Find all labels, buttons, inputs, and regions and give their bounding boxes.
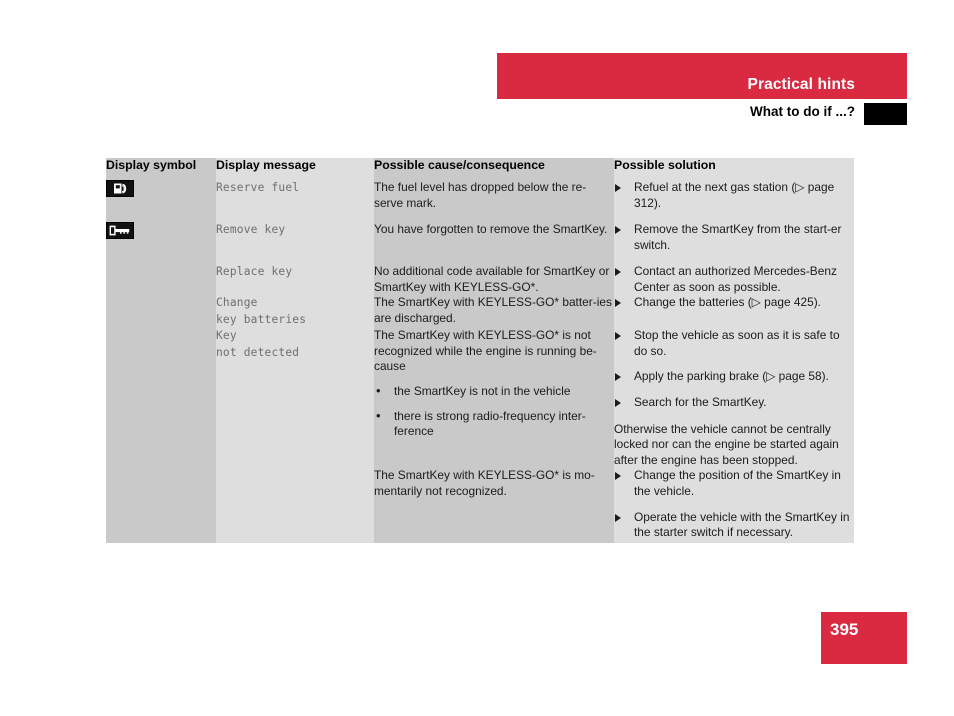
table-row: The SmartKey with KEYLESS-GO* is mo-ment… xyxy=(106,468,854,544)
cell-display-message: Reserve fuel xyxy=(216,180,374,222)
fuel-pump-icon xyxy=(106,180,134,197)
action-item: Remove the SmartKey from the start-er sw… xyxy=(614,222,854,253)
cell-possible-cause: No additional code available for SmartKe… xyxy=(374,264,614,296)
action-item: Refuel at the next gas station (▷ page 3… xyxy=(614,180,854,211)
column-header-display-message: Display message xyxy=(216,158,374,180)
cause-bullet-item: there is strong radio-frequency inter-fe… xyxy=(374,408,614,440)
cell-display-symbol xyxy=(106,468,216,544)
cell-possible-solution: Stop the vehicle as soon as it is safe t… xyxy=(614,328,854,469)
triangle-bullet-icon xyxy=(615,398,621,407)
cell-display-message: Change key batteries xyxy=(216,295,374,329)
action-list: Change the position of the SmartKey in t… xyxy=(614,468,854,540)
triangle-bullet-icon xyxy=(615,299,621,308)
section-title: Practical hints xyxy=(747,76,855,93)
cell-possible-cause: The SmartKey with KEYLESS-GO* is mo-ment… xyxy=(374,468,614,544)
cell-display-symbol xyxy=(106,328,216,469)
action-item: Contact an authorized Mercedes-Benz Cent… xyxy=(614,264,854,295)
cell-possible-cause: The fuel level has dropped below the re-… xyxy=(374,180,614,222)
action-item: Change the position of the SmartKey in t… xyxy=(614,468,854,499)
cell-possible-cause: The SmartKey with KEYLESS-GO* is not rec… xyxy=(374,328,614,469)
column-header-possible-solution: Possible solution xyxy=(614,158,854,180)
action-text: Apply the parking brake (▷ page 58). xyxy=(634,369,829,384)
action-list: Stop the vehicle as soon as it is safe t… xyxy=(614,328,854,410)
action-item: Apply the parking brake (▷ page 58). xyxy=(614,369,854,385)
triangle-bullet-icon xyxy=(615,268,621,276)
cell-possible-solution: Refuel at the next gas station (▷ page 3… xyxy=(614,180,854,222)
triangle-bullet-icon xyxy=(615,373,621,382)
table-row: Change key batteries The SmartKey with K… xyxy=(106,295,854,329)
triangle-bullet-icon xyxy=(615,332,621,341)
cause-bullet-list: the SmartKey is not in the vehicle there… xyxy=(374,383,614,440)
cell-display-message xyxy=(216,468,374,544)
action-list: Remove the SmartKey from the start-er sw… xyxy=(614,222,854,253)
action-text: Search for the SmartKey. xyxy=(634,394,767,409)
action-text: Refuel at the next gas station (▷ page 3… xyxy=(634,180,835,210)
manual-page: Practical hints What to do if ...? Displ… xyxy=(0,0,954,716)
subsection-title: What to do if ...? xyxy=(750,104,855,119)
cell-display-symbol xyxy=(106,180,216,222)
triangle-bullet-icon xyxy=(615,226,621,234)
table-header-row: Display symbol Display message Possible … xyxy=(106,158,854,180)
cell-possible-cause: The SmartKey with KEYLESS-GO* batter-ies… xyxy=(374,295,614,329)
action-item: Operate the vehicle with the SmartKey in… xyxy=(614,510,854,541)
cell-possible-solution: Change the batteries (▷ page 425). xyxy=(614,295,854,329)
key-icon xyxy=(106,222,134,239)
cell-display-symbol xyxy=(106,264,216,296)
table-row: Remove key You have forgotten to remove … xyxy=(106,222,854,264)
action-text: Operate the vehicle with the SmartKey in… xyxy=(634,509,850,540)
action-text: Stop the vehicle as soon as it is safe t… xyxy=(634,328,840,358)
page-number: 395 xyxy=(830,620,859,639)
action-item: Stop the vehicle as soon as it is safe t… xyxy=(614,328,854,359)
column-header-possible-cause: Possible cause/consequence xyxy=(374,158,614,180)
action-item: Search for the SmartKey. xyxy=(614,395,854,411)
action-list: Refuel at the next gas station (▷ page 3… xyxy=(614,180,854,211)
cell-possible-solution: Change the position of the SmartKey in t… xyxy=(614,468,854,544)
cell-display-symbol xyxy=(106,222,216,264)
cell-possible-cause: You have forgotten to remove the SmartKe… xyxy=(374,222,614,264)
table-row: Replace key No additional code available… xyxy=(106,264,854,296)
action-item: Change the batteries (▷ page 425). xyxy=(614,295,854,311)
subsection-header-row: What to do if ...? xyxy=(497,103,907,125)
cause-bullet-item: the SmartKey is not in the vehicle xyxy=(374,383,614,400)
action-text: Contact an authorized Mercedes-Benz Cent… xyxy=(634,264,837,294)
cell-display-message: Key not detected xyxy=(216,328,374,469)
cell-possible-solution: Contact an authorized Mercedes-Benz Cent… xyxy=(614,264,854,296)
cell-display-message: Remove key xyxy=(216,222,374,264)
chapter-tab-marker xyxy=(864,103,907,125)
action-text: Change the batteries (▷ page 425). xyxy=(634,295,821,310)
table-row: Reserve fuel The fuel level has dropped … xyxy=(106,180,854,222)
table-row: Key not detected The SmartKey with KEYLE… xyxy=(106,328,854,469)
solution-note: Otherwise the vehicle cannot be centrall… xyxy=(614,421,839,467)
cause-text: The SmartKey with KEYLESS-GO* is not rec… xyxy=(374,328,597,374)
triangle-bullet-icon xyxy=(615,513,621,522)
cell-display-symbol xyxy=(106,295,216,329)
action-text: Change the position of the SmartKey in t… xyxy=(634,468,841,498)
cell-display-message: Replace key xyxy=(216,264,374,296)
warning-messages-table: Display symbol Display message Possible … xyxy=(106,158,854,544)
page-number-block: 395 xyxy=(821,612,907,664)
section-header-band: Practical hints xyxy=(497,53,907,99)
action-text: Remove the SmartKey from the start-er sw… xyxy=(634,222,842,252)
action-list: Contact an authorized Mercedes-Benz Cent… xyxy=(614,264,854,295)
triangle-bullet-icon xyxy=(615,472,621,481)
action-list: Change the batteries (▷ page 425). xyxy=(614,295,854,311)
cell-possible-solution: Remove the SmartKey from the start-er sw… xyxy=(614,222,854,264)
column-header-display-symbol: Display symbol xyxy=(106,158,216,180)
triangle-bullet-icon xyxy=(615,184,621,192)
